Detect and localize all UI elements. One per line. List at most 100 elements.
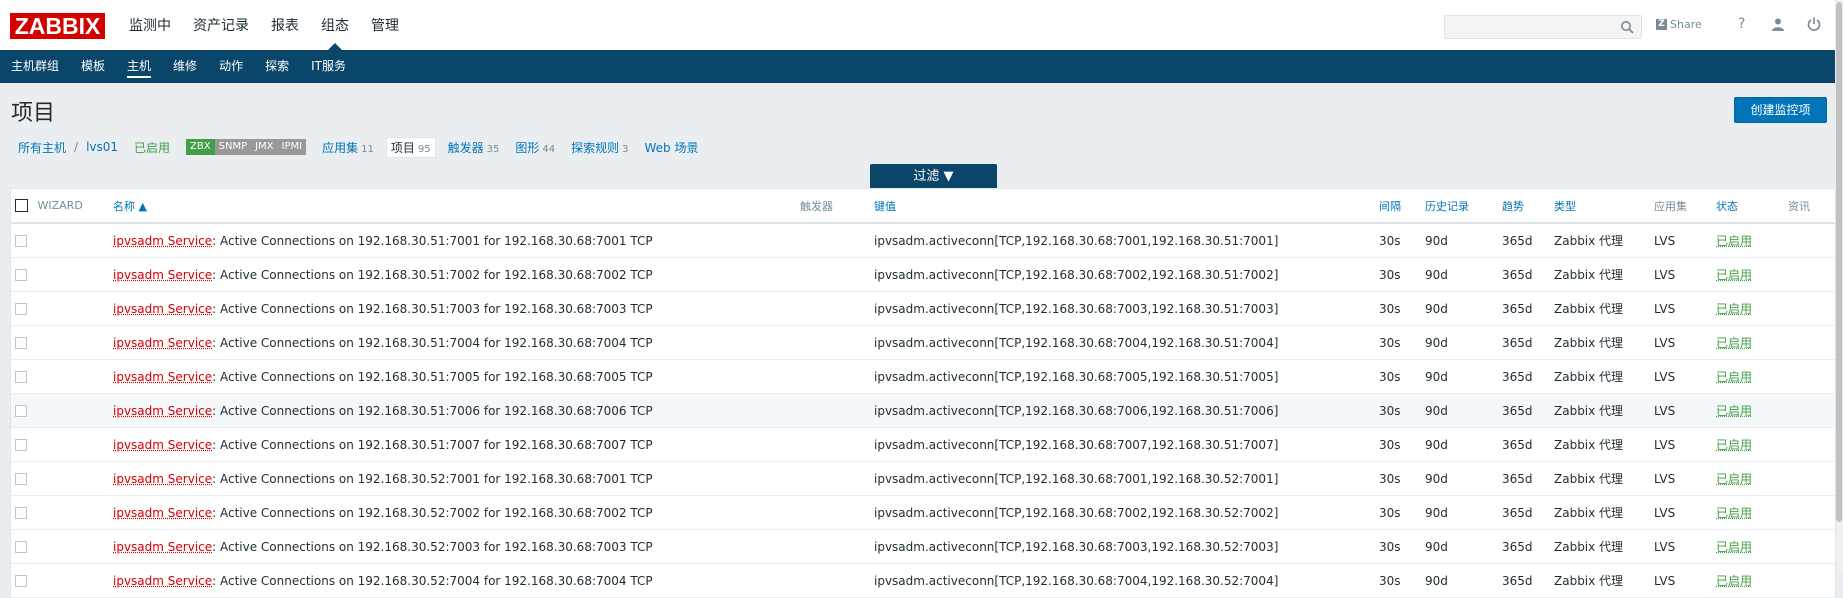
main-menu-monitoring[interactable]: 监测中 <box>118 0 182 50</box>
user-profile-icon[interactable] <box>1770 14 1786 34</box>
tab-applications[interactable]: 应用集 11 <box>314 139 382 156</box>
tab-triggers[interactable]: 触发器 35 <box>440 139 508 156</box>
item-status-toggle[interactable]: 已启用 <box>1716 540 1752 554</box>
item-name-link[interactable]: : Active Connections on 192.168.30.52:70… <box>212 506 652 520</box>
item-application-link[interactable]: ipvsadm Service <box>113 540 212 554</box>
item-trends: 365d <box>1498 360 1550 394</box>
header-history[interactable]: 历史记录 <box>1421 189 1498 223</box>
item-status-toggle[interactable]: 已启用 <box>1716 404 1752 418</box>
main-menu-administration[interactable]: 管理 <box>360 0 410 50</box>
sub-menu-discovery[interactable]: 探索 <box>254 50 300 83</box>
item-application-link[interactable]: ipvsadm Service <box>113 268 212 282</box>
row-checkbox[interactable] <box>15 507 27 519</box>
tab-applications-label: 应用集 <box>322 141 358 155</box>
item-key: ipvsadm.activeconn[TCP,192.168.30.68:700… <box>870 564 1375 598</box>
item-name-link[interactable]: : Active Connections on 192.168.30.52:70… <box>212 540 652 554</box>
sub-menu-hosts[interactable]: 主机 <box>116 50 162 83</box>
search-input[interactable] <box>1444 15 1642 39</box>
main-menu-configuration[interactable]: 组态 <box>310 0 360 50</box>
main-menu-inventory[interactable]: 资产记录 <box>182 0 260 50</box>
header-interval[interactable]: 间隔 <box>1375 189 1421 223</box>
item-status-toggle[interactable]: 已启用 <box>1716 336 1752 350</box>
item-triggers-cell <box>796 462 870 496</box>
row-checkbox[interactable] <box>15 269 27 281</box>
item-status-cell: 已启用 <box>1712 428 1784 462</box>
item-application-link[interactable]: ipvsadm Service <box>113 370 212 384</box>
row-checkbox[interactable] <box>15 303 27 315</box>
item-name-link[interactable]: : Active Connections on 192.168.30.51:70… <box>212 370 652 384</box>
item-name-link[interactable]: : Active Connections on 192.168.30.51:70… <box>212 234 652 248</box>
scrollbar-thumb[interactable] <box>1836 2 1842 522</box>
row-checkbox[interactable] <box>15 405 27 417</box>
item-name-link[interactable]: : Active Connections on 192.168.30.51:70… <box>212 336 652 350</box>
sub-menu-host-groups[interactable]: 主机群组 <box>0 50 70 83</box>
item-trends: 365d <box>1498 394 1550 428</box>
host-status[interactable]: 已启用 <box>126 139 178 156</box>
all-hosts-link[interactable]: 所有主机 <box>10 139 74 156</box>
item-status-toggle[interactable]: 已启用 <box>1716 438 1752 452</box>
row-checkbox[interactable] <box>15 439 27 451</box>
item-application-link[interactable]: ipvsadm Service <box>113 336 212 350</box>
item-trends: 365d <box>1498 428 1550 462</box>
item-name-cell: ipvsadm Service: Active Connections on 1… <box>109 223 796 258</box>
share-button[interactable]: Z Share <box>1656 18 1702 31</box>
item-application-link[interactable]: ipvsadm Service <box>113 472 212 486</box>
item-status-toggle[interactable]: 已启用 <box>1716 302 1752 316</box>
main-menu-reports[interactable]: 报表 <box>260 0 310 50</box>
item-info <box>1784 258 1835 292</box>
filter-toggle-button[interactable]: 过滤 ▼ <box>870 164 997 189</box>
row-checkbox[interactable] <box>15 235 27 247</box>
sub-menu-actions[interactable]: 动作 <box>208 50 254 83</box>
tab-items-label: 项目 <box>391 141 415 155</box>
row-checkbox[interactable] <box>15 337 27 349</box>
zabbix-logo[interactable]: ZABBIX <box>10 13 105 39</box>
row-checkbox[interactable] <box>15 541 27 553</box>
item-status-toggle[interactable]: 已启用 <box>1716 574 1752 588</box>
item-name-link[interactable]: : Active Connections on 192.168.30.52:70… <box>212 472 652 486</box>
row-checkbox[interactable] <box>15 575 27 587</box>
row-checkbox[interactable] <box>15 473 27 485</box>
item-status-cell: 已启用 <box>1712 564 1784 598</box>
select-all-checkbox[interactable] <box>15 199 28 212</box>
header-name[interactable]: 名称 ▲ <box>109 189 796 223</box>
header-key[interactable]: 键值 <box>870 189 1375 223</box>
item-info <box>1784 462 1835 496</box>
item-status-toggle[interactable]: 已启用 <box>1716 370 1752 384</box>
tab-web-scenarios[interactable]: Web 场景 <box>637 139 707 156</box>
sub-menu-maintenance[interactable]: 维修 <box>162 50 208 83</box>
host-link[interactable]: lvs01 <box>78 140 126 154</box>
item-application-link[interactable]: ipvsadm Service <box>113 438 212 452</box>
search-icon[interactable] <box>1620 20 1634 34</box>
item-name-link[interactable]: : Active Connections on 192.168.30.51:70… <box>212 404 652 418</box>
zbx-badge: ZBX <box>186 139 215 155</box>
page-scrollbar[interactable] <box>1835 0 1843 574</box>
item-application-link[interactable]: ipvsadm Service <box>113 302 212 316</box>
item-name-link[interactable]: : Active Connections on 192.168.30.51:70… <box>212 302 652 316</box>
tab-applications-count: 11 <box>361 144 374 155</box>
item-interval: 30s <box>1375 564 1421 598</box>
sign-out-icon[interactable] <box>1806 14 1822 34</box>
item-status-toggle[interactable]: 已启用 <box>1716 506 1752 520</box>
item-triggers-cell <box>796 292 870 326</box>
item-application-link[interactable]: ipvsadm Service <box>113 404 212 418</box>
item-application-link[interactable]: ipvsadm Service <box>113 574 212 588</box>
item-status-toggle[interactable]: 已启用 <box>1716 472 1752 486</box>
row-checkbox[interactable] <box>15 371 27 383</box>
header-type[interactable]: 类型 <box>1550 189 1650 223</box>
item-status-toggle[interactable]: 已启用 <box>1716 234 1752 248</box>
header-trends[interactable]: 趋势 <box>1498 189 1550 223</box>
jmx-badge: JMX <box>251 139 277 155</box>
help-icon[interactable]: ? <box>1734 14 1750 34</box>
tab-graphs[interactable]: 图形 44 <box>507 139 563 156</box>
create-item-button[interactable]: 创建监控项 <box>1734 97 1827 123</box>
item-name-link[interactable]: : Active Connections on 192.168.30.51:70… <box>212 268 652 282</box>
tab-discovery-rules[interactable]: 探索规则 3 <box>563 139 636 156</box>
item-name-link[interactable]: : Active Connections on 192.168.30.51:70… <box>212 438 652 452</box>
item-status-toggle[interactable]: 已启用 <box>1716 268 1752 282</box>
item-name-link[interactable]: : Active Connections on 192.168.30.52:70… <box>212 574 652 588</box>
item-application-link[interactable]: ipvsadm Service <box>113 506 212 520</box>
header-status[interactable]: 状态 <box>1712 189 1784 223</box>
item-application-link[interactable]: ipvsadm Service <box>113 234 212 248</box>
sub-menu-templates[interactable]: 模板 <box>70 50 116 83</box>
sub-menu-it-services[interactable]: IT服务 <box>300 50 357 83</box>
